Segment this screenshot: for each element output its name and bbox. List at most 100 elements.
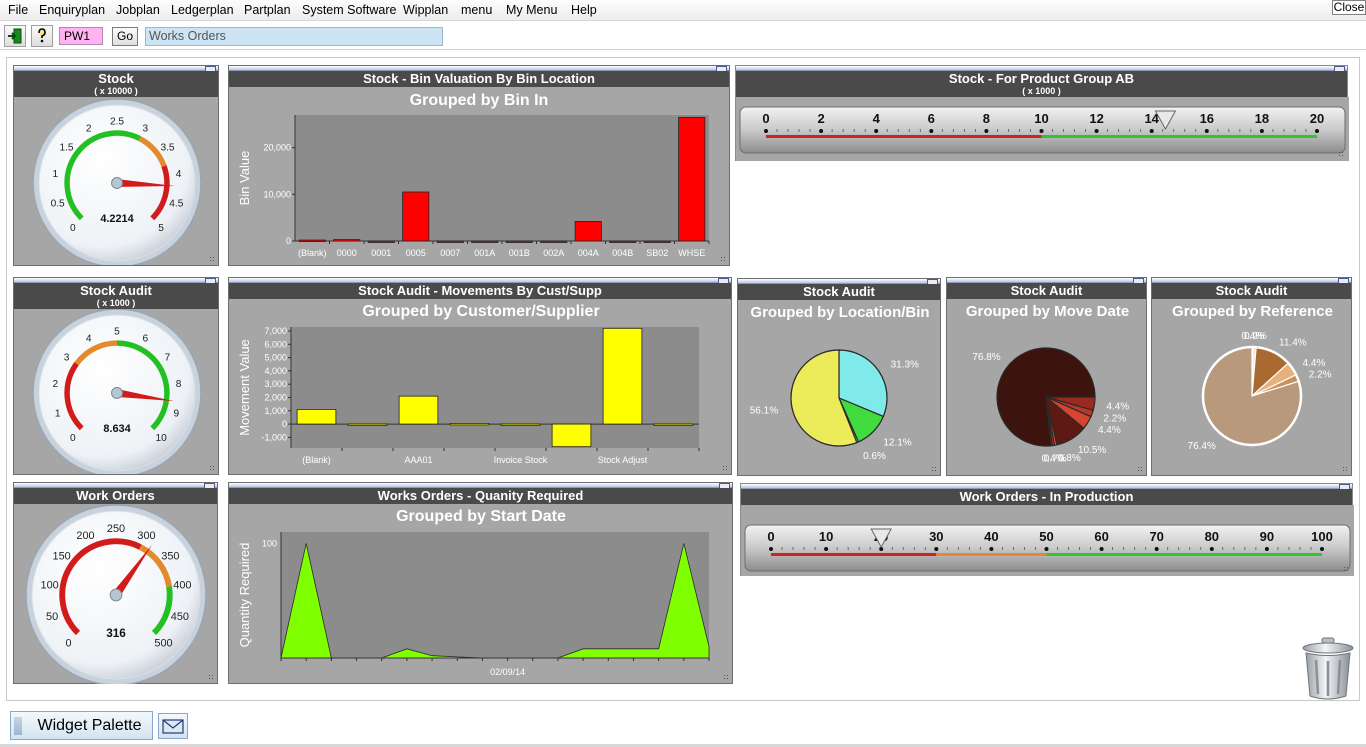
gauge-tick-label: 0 bbox=[65, 638, 71, 650]
linear-gauge-tick-label: 6 bbox=[928, 111, 935, 126]
gauge-value: 4.2214 bbox=[100, 213, 133, 225]
menu-help[interactable]: Help bbox=[571, 3, 597, 17]
widget-title: Stock Audit bbox=[738, 284, 940, 300]
pie-label: 0.6% bbox=[863, 451, 886, 462]
widget-work-orders-gauge[interactable]: Work Orders 0 50 100 150 200 250 300 350 400 450 5… bbox=[13, 482, 218, 684]
widget-reference-pie[interactable]: Stock Audit Grouped by Reference 0.4% 0.9%… bbox=[1151, 277, 1352, 476]
widget-palette-button[interactable]: Widget Palette bbox=[10, 711, 153, 740]
widget-location-pie[interactable]: Stock Audit Grouped by Location/Bin 31.3%… bbox=[737, 278, 941, 476]
linear-gauge-tick-label: 30 bbox=[929, 529, 943, 544]
resize-grip[interactable] bbox=[722, 465, 729, 472]
menu-enquiryplan[interactable]: Enquiryplan bbox=[39, 3, 105, 17]
bar bbox=[333, 239, 361, 242]
gauge-tick-label: 2 bbox=[53, 379, 59, 390]
resize-grip[interactable] bbox=[209, 256, 216, 263]
chart-title: Grouped by Customer/Supplier bbox=[362, 303, 599, 320]
x-tick-label: 001A bbox=[474, 248, 495, 258]
resize-grip[interactable] bbox=[1342, 466, 1349, 473]
close-button[interactable]: Close bbox=[1332, 0, 1366, 15]
search-input[interactable]: Works Orders bbox=[145, 27, 443, 46]
menu-menu[interactable]: menu bbox=[461, 3, 492, 17]
gauge-tick-label: 3 bbox=[64, 352, 70, 363]
menu-ledgerplan[interactable]: Ledgerplan bbox=[171, 3, 234, 17]
linear-gauge-major-tick bbox=[929, 129, 934, 133]
x-tick-label: 004A bbox=[578, 248, 599, 258]
linear-gauge-major-tick bbox=[1320, 547, 1324, 551]
pie-label: 4.4% bbox=[1303, 358, 1326, 369]
widget-move-date-pie[interactable]: Stock Audit Grouped by Move Date 4.4% 2.2%… bbox=[946, 277, 1147, 476]
gauge-tick-label: 400 bbox=[173, 579, 191, 591]
widget-title: Stock - Bin Valuation By Bin Location bbox=[229, 71, 729, 87]
chart-title: Grouped by Bin In bbox=[410, 92, 549, 109]
linear-gauge-tick-label: 8 bbox=[983, 111, 990, 126]
widget-in-production[interactable]: Work Orders - In Production 010203040506… bbox=[740, 483, 1354, 576]
resize-grip[interactable] bbox=[931, 466, 938, 473]
work-orders-dial-gauge: 0 50 100 150 200 250 300 350 400 450 500 316 bbox=[25, 504, 207, 684]
pie-label: 56.1% bbox=[750, 406, 778, 417]
widget-product-group[interactable]: Stock - For Product Group AB ( x 1000 ) … bbox=[735, 65, 1349, 161]
pie-label: 2.2% bbox=[1103, 414, 1126, 425]
resize-grip[interactable] bbox=[1137, 466, 1144, 473]
resize-grip[interactable] bbox=[209, 465, 216, 472]
x-tick-label: 0000 bbox=[337, 248, 357, 258]
widget-title: Stock Audit bbox=[1152, 283, 1351, 299]
widget-title: Work Orders bbox=[14, 488, 217, 504]
linear-gauge-major-tick bbox=[1264, 547, 1269, 551]
resize-grip[interactable] bbox=[723, 674, 730, 681]
widget-title: Stock Audit - Movements By Cust/Supp bbox=[229, 283, 731, 299]
x-tick-label: (Blank) bbox=[302, 455, 331, 465]
bar bbox=[551, 423, 592, 448]
x-tick-label: 02/09/14 bbox=[490, 667, 525, 677]
linear-gauge-tick-label: 80 bbox=[1205, 529, 1219, 544]
widget-title: Stock ( x 10000 ) bbox=[14, 71, 218, 97]
y-tick-label: 0 bbox=[282, 419, 287, 429]
gauge-tick-label: 2.5 bbox=[110, 117, 124, 128]
widget-stock-gauge[interactable]: Stock ( x 10000 ) 0 0.5 1 1.5 2 2.5 3 3.5 4 4.5 5 4… bbox=[13, 65, 219, 266]
palette-grip bbox=[14, 717, 22, 735]
bar bbox=[402, 191, 430, 242]
menu-wipplan[interactable]: Wipplan bbox=[403, 3, 448, 17]
x-tick-label: AAA01 bbox=[404, 455, 432, 465]
envelope-icon[interactable] bbox=[158, 713, 188, 739]
pie-label: 2.2% bbox=[1309, 370, 1332, 381]
widget-title: Stock Audit ( x 1000 ) bbox=[14, 283, 218, 309]
code-field[interactable]: PW1 bbox=[59, 27, 103, 45]
y-tick-label: 100 bbox=[262, 538, 277, 548]
bar bbox=[540, 240, 568, 243]
widget-stock-audit-gauge[interactable]: Stock Audit ( x 1000 ) 0 1 2 3 4 5 6 7 8 9 10 8.634 bbox=[13, 277, 219, 475]
x-tick-label: 002A bbox=[543, 248, 564, 258]
gauge-tick-label: 200 bbox=[76, 530, 94, 542]
go-button[interactable]: Go bbox=[112, 27, 138, 46]
linear-gauge-major-tick bbox=[1094, 129, 1099, 133]
exit-door-icon[interactable] bbox=[4, 25, 26, 47]
menu-file[interactable]: File bbox=[8, 3, 28, 17]
linear-gauge-major-tick bbox=[934, 547, 939, 551]
menu-system-software[interactable]: System Software bbox=[302, 3, 396, 17]
widget-subtitle: ( x 1000 ) bbox=[96, 298, 136, 308]
linear-gauge-major-tick bbox=[874, 129, 879, 133]
bar bbox=[653, 423, 694, 426]
gauge-tick-label: 150 bbox=[53, 551, 71, 563]
help-question-icon[interactable] bbox=[31, 25, 53, 47]
resize-grip[interactable] bbox=[1343, 566, 1350, 573]
resize-grip[interactable] bbox=[208, 674, 215, 681]
gauge-tick-label: 0.5 bbox=[51, 198, 65, 209]
bar bbox=[500, 423, 541, 426]
menu-my-menu[interactable]: My Menu bbox=[506, 3, 557, 17]
gauge-tick-label: 4 bbox=[176, 169, 182, 180]
widget-quantity-required[interactable]: Works Orders - Quanity Required Grouped … bbox=[228, 482, 733, 684]
menu-jobplan[interactable]: Jobplan bbox=[116, 3, 160, 17]
resize-grip[interactable] bbox=[1338, 151, 1345, 158]
menu-partplan[interactable]: Partplan bbox=[244, 3, 291, 17]
x-tick-label: Stock Adjust bbox=[598, 455, 648, 465]
widget-movements[interactable]: Stock Audit - Movements By Cust/Supp Gro… bbox=[228, 277, 732, 475]
bar bbox=[471, 240, 499, 243]
gauge-tick-label: 4.5 bbox=[169, 198, 183, 209]
resize-grip[interactable] bbox=[720, 256, 727, 263]
linear-gauge-major-tick bbox=[1259, 129, 1264, 133]
gauge-tick-label: 3.5 bbox=[160, 142, 174, 153]
widget-bin-valuation[interactable]: Stock - Bin Valuation By Bin Location Gr… bbox=[228, 65, 730, 266]
chart-title: Grouped by Reference bbox=[1172, 303, 1333, 320]
trash-can-icon[interactable] bbox=[1300, 636, 1356, 702]
x-tick-label: WHSE bbox=[678, 248, 705, 258]
